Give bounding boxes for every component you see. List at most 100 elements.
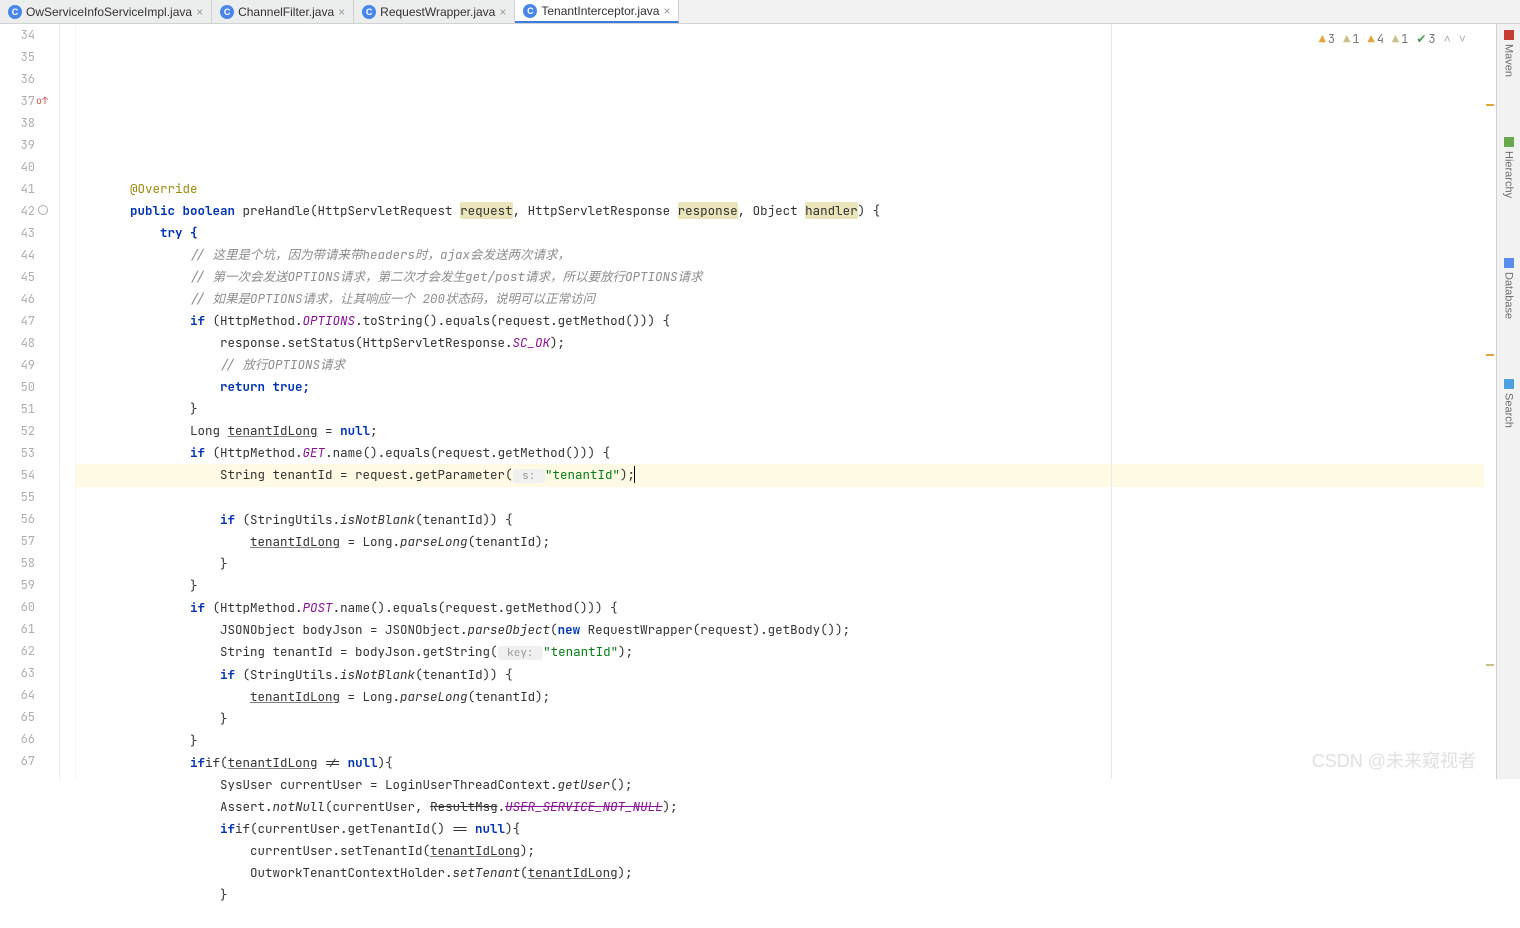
tab-label: OwServiceInfoServiceImpl.java	[26, 5, 192, 19]
weak-warning-icon[interactable]: 1	[1343, 28, 1359, 50]
code-line: if (StringUtils.isNotBlank(tenantId)) {	[100, 666, 513, 683]
weak-warning-icon[interactable]: 1	[1392, 28, 1408, 50]
line-gutter[interactable]: 34353637o↑383940414243444546474849505152…	[0, 24, 60, 779]
line-number[interactable]: 59	[0, 574, 35, 596]
line-number[interactable]: 67	[0, 750, 35, 772]
tab-label: ChannelFilter.java	[238, 5, 334, 19]
java-class-icon: C	[362, 5, 376, 19]
line-number[interactable]: 37o↑	[0, 90, 35, 112]
search-icon	[1504, 379, 1514, 389]
tab-0[interactable]: C OwServiceInfoServiceImpl.java ×	[0, 0, 212, 23]
line-number[interactable]: 65	[0, 706, 35, 728]
tab-2[interactable]: CRequestWrapper.java×	[354, 0, 515, 23]
code-line: tenantIdLong = Long.parseLong(tenantId);	[100, 533, 550, 550]
editor: 34353637o↑383940414243444546474849505152…	[0, 24, 1496, 779]
line-number[interactable]: 51	[0, 398, 35, 420]
prev-highlight-icon[interactable]: ˄	[1444, 28, 1451, 50]
tool-hierarchy[interactable]: Hierarchy	[1503, 137, 1515, 198]
close-icon[interactable]: ×	[338, 5, 345, 19]
line-number[interactable]: 34	[0, 24, 35, 46]
line-number[interactable]: 47	[0, 310, 35, 332]
code-line: if (HttpMethod.POST.name().equals(reques…	[100, 599, 618, 616]
line-number[interactable]: 57	[0, 530, 35, 552]
line-number[interactable]: 61	[0, 618, 35, 640]
line-number[interactable]: 49	[0, 354, 35, 376]
close-icon[interactable]: ×	[663, 4, 670, 18]
text-caret	[634, 466, 635, 483]
stripe-warning-marker[interactable]	[1486, 354, 1494, 356]
code-line: }	[100, 732, 198, 749]
code-area[interactable]: 3 1 4 1 3 ˄ ˅ @Override public boolean p…	[76, 24, 1484, 779]
tool-maven[interactable]: Maven	[1503, 30, 1515, 77]
code-line: // 这里是个坑，因为带请来带headers时，ajax会发送两次请求，	[100, 246, 570, 263]
line-number[interactable]: 56	[0, 508, 35, 530]
stripe-weak-marker[interactable]	[1486, 664, 1494, 666]
editor-tabs: C OwServiceInfoServiceImpl.java × C Channel…	[0, 0, 1520, 24]
code-line: tenantIdLong = Long.parseLong(tenantId);	[100, 688, 550, 705]
warning-count-icon[interactable]: 4	[1368, 28, 1384, 50]
code-line-current: String tenantId = request.getParameter( …	[76, 464, 1484, 487]
no-errors-icon[interactable]: 3	[1416, 28, 1435, 50]
line-number[interactable]: 41	[0, 178, 35, 200]
line-number[interactable]: 64	[0, 684, 35, 706]
breakpoint-slot-icon[interactable]	[38, 205, 48, 215]
line-number[interactable]: 55	[0, 486, 35, 508]
line-number[interactable]: 52	[0, 420, 35, 442]
close-icon[interactable]: ×	[196, 5, 203, 19]
close-icon[interactable]: ×	[499, 5, 506, 19]
code-line: if (StringUtils.isNotBlank(tenantId)) {	[100, 511, 513, 528]
code-line: public boolean preHandle(HttpServletRequ…	[100, 202, 880, 219]
code-line: // 如果是OPTIONS请求，让其响应一个 200状态码，说明可以正常访问	[100, 290, 595, 307]
code-line: ifif(currentUser.getTenantId() == null){	[100, 820, 520, 837]
right-margin-line	[1111, 24, 1112, 779]
java-class-icon: C	[8, 5, 22, 19]
override-gutter-icon[interactable]: o↑	[36, 90, 48, 112]
line-number[interactable]: 48	[0, 332, 35, 354]
line-number[interactable]: 36	[0, 68, 35, 90]
tab-label: TenantInterceptor.java	[541, 4, 659, 18]
line-number[interactable]: 63	[0, 662, 35, 684]
tool-database[interactable]: Database	[1503, 258, 1515, 319]
error-stripe[interactable]	[1484, 24, 1496, 779]
line-number[interactable]: 35	[0, 46, 35, 68]
java-class-icon: C	[523, 4, 537, 18]
next-highlight-icon[interactable]: ˅	[1459, 28, 1466, 50]
tab-1[interactable]: C ChannelFilter.java ×	[212, 0, 354, 23]
line-number[interactable]: 54	[0, 464, 35, 486]
code-line: ifif(tenantIdLong != null){	[100, 754, 393, 771]
line-number[interactable]: 40	[0, 156, 35, 178]
line-number[interactable]: 45	[0, 266, 35, 288]
line-number[interactable]: 42	[0, 200, 35, 222]
code-line: Assert.notNull(currentUser, ResultMsg.US…	[100, 798, 678, 815]
line-number[interactable]: 44	[0, 244, 35, 266]
line-number[interactable]: 43	[0, 222, 35, 244]
stripe-warning-marker[interactable]	[1486, 104, 1494, 106]
code-line: }	[100, 710, 228, 727]
tool-search[interactable]: Search	[1503, 379, 1515, 428]
code-line: }	[100, 555, 228, 572]
line-number[interactable]: 66	[0, 728, 35, 750]
maven-icon	[1504, 30, 1514, 40]
line-number[interactable]: 53	[0, 442, 35, 464]
code-line: if (HttpMethod.GET.name().equals(request…	[100, 444, 610, 461]
code-line: currentUser.setTenantId(tenantIdLong);	[100, 842, 535, 859]
database-icon	[1504, 258, 1514, 268]
tab-3[interactable]: C TenantInterceptor.java ×	[515, 0, 679, 23]
line-number[interactable]: 62	[0, 640, 35, 662]
line-number[interactable]: 58	[0, 552, 35, 574]
line-number[interactable]: 50	[0, 376, 35, 398]
line-number[interactable]: 46	[0, 288, 35, 310]
code-line: OutworkTenantContextHolder.setTenant(ten…	[100, 864, 633, 881]
line-number[interactable]: 39	[0, 134, 35, 156]
line-number[interactable]: 38	[0, 112, 35, 134]
java-class-icon: C	[220, 5, 234, 19]
code-line: }	[100, 400, 198, 417]
warning-count-icon[interactable]: 3	[1319, 28, 1335, 50]
code-line: if (HttpMethod.OPTIONS.toString().equals…	[100, 312, 670, 329]
line-number[interactable]: 60	[0, 596, 35, 618]
inspection-indicators[interactable]: 3 1 4 1 3 ˄ ˅	[1319, 28, 1466, 50]
code-line: }	[100, 577, 198, 594]
code-line: // 放行OPTIONS请求	[100, 356, 345, 373]
fold-strip[interactable]	[60, 24, 76, 779]
code-line: }	[100, 886, 228, 903]
